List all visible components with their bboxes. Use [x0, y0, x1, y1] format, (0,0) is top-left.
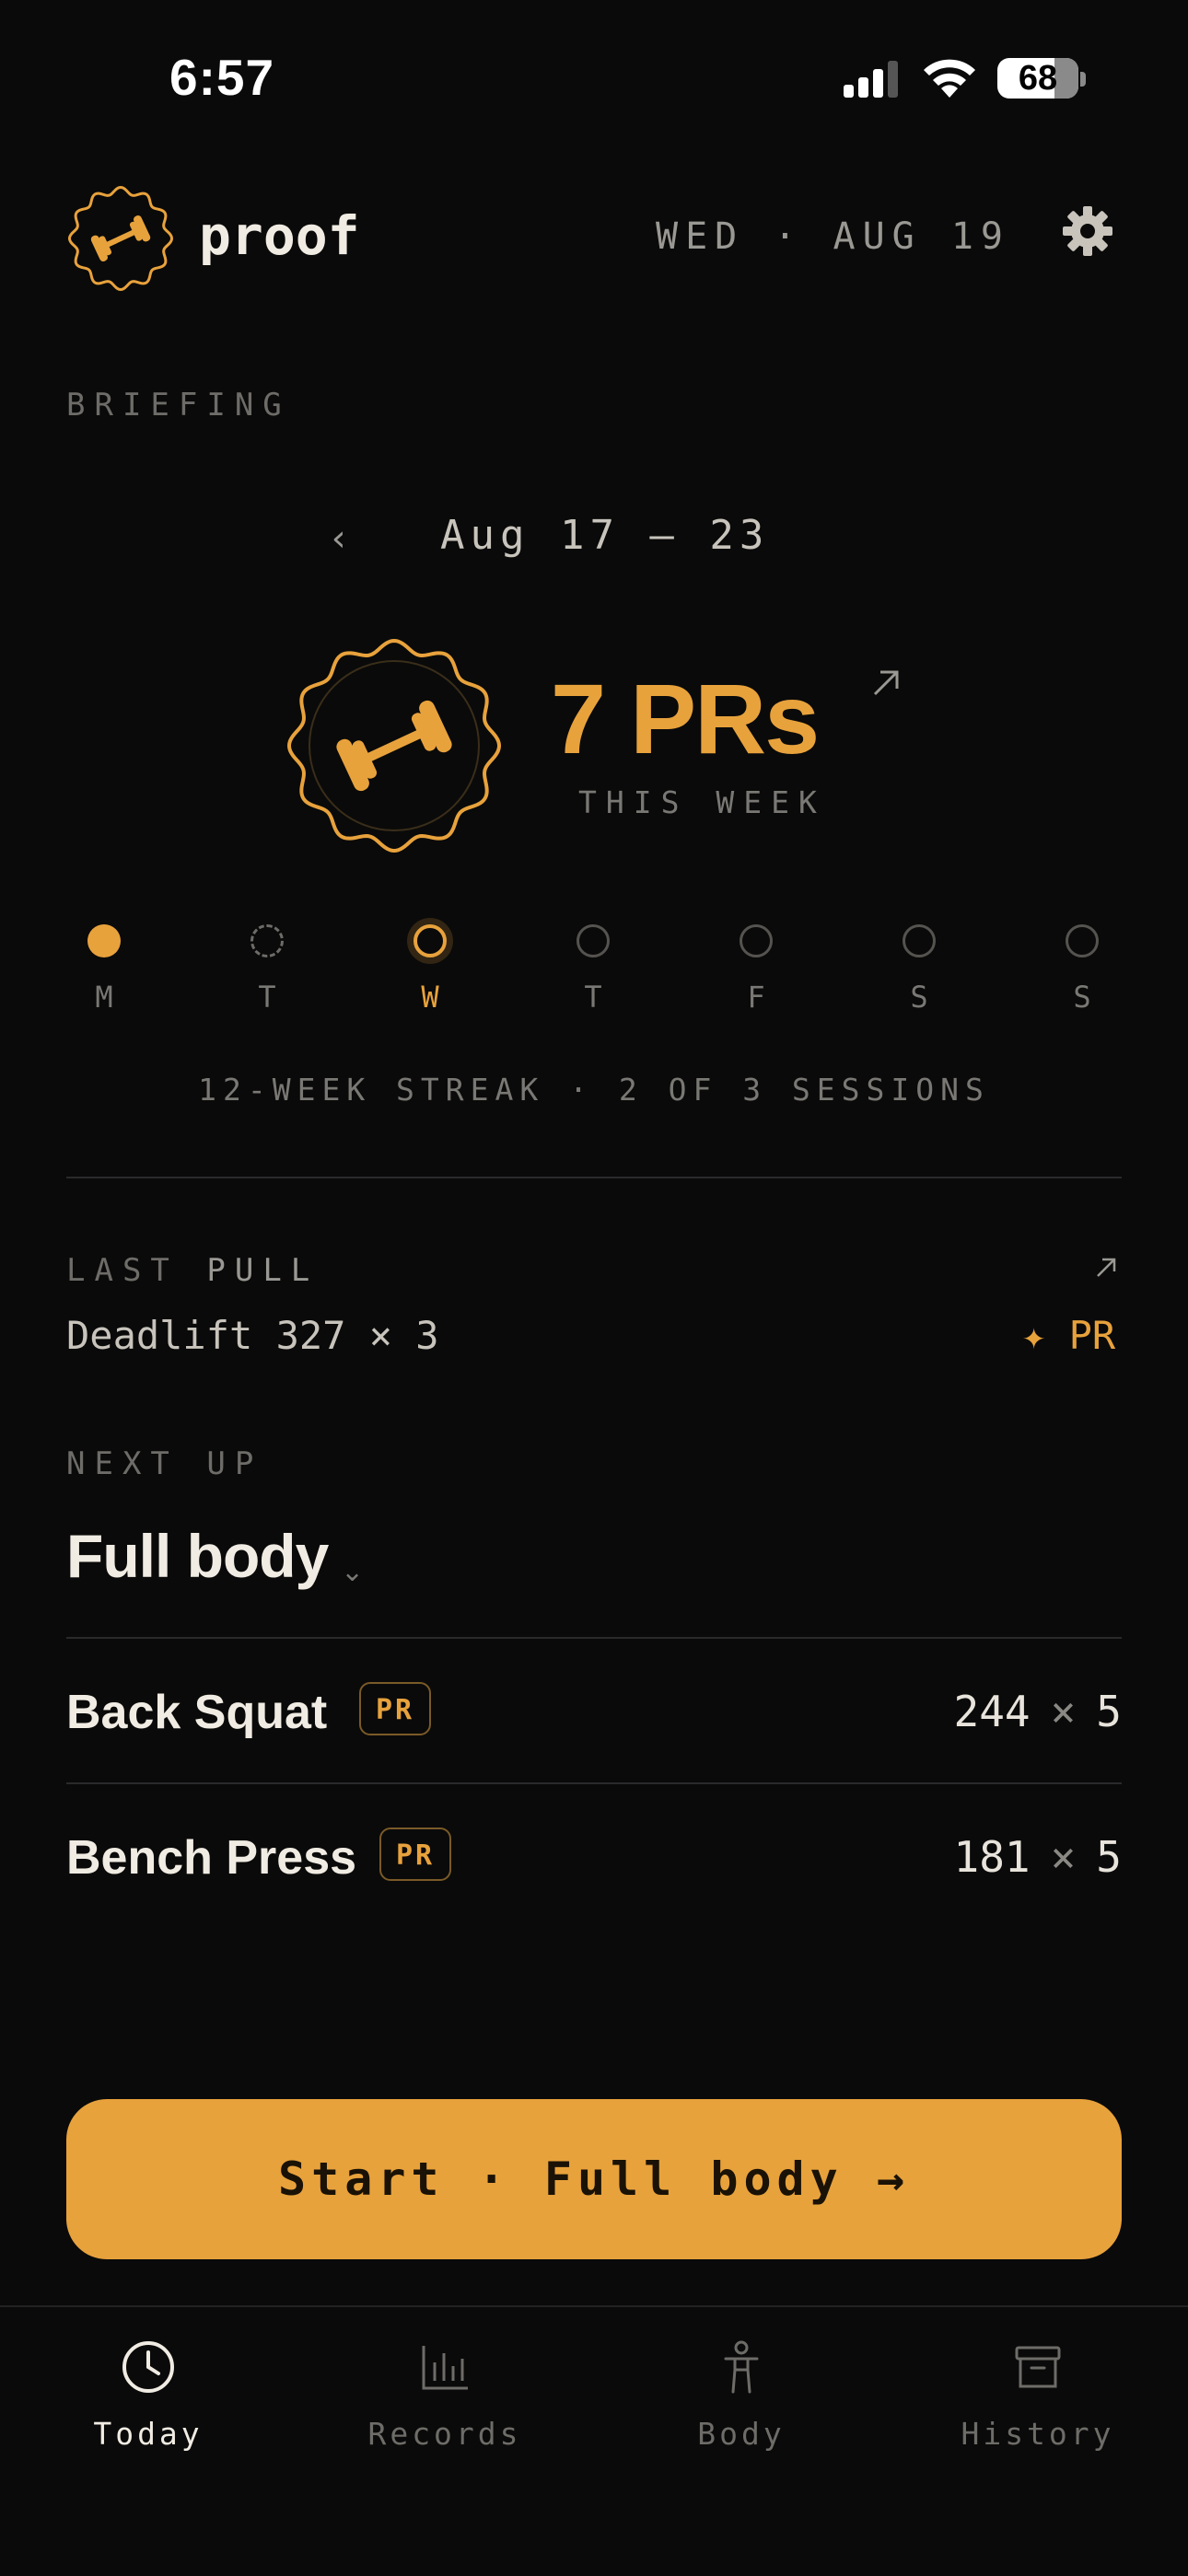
arrow-up-right-icon[interactable] [1094, 1256, 1118, 1280]
app-logo-icon [67, 185, 174, 292]
weekday-6[interactable]: S [1045, 924, 1119, 1015]
day-label: T [584, 980, 602, 1015]
pr-caption: THIS WEEK [578, 784, 826, 820]
battery-nub [1080, 72, 1086, 87]
wifi-icon [924, 59, 975, 98]
day-status-dot [250, 924, 284, 957]
clock-icon [122, 2341, 174, 2393]
start-workout-button[interactable]: Start · Full body → [66, 2099, 1122, 2259]
tab-label: Body [697, 2416, 786, 2452]
person-icon [724, 2340, 759, 2394]
exercise-name: Bench Press [66, 1831, 357, 1885]
tab-body[interactable]: Body [593, 2338, 890, 2452]
exercise-weight: 244 [953, 1687, 1031, 1736]
day-status-dot [903, 924, 936, 957]
divider [66, 1637, 1122, 1639]
weekday-3[interactable]: T [556, 924, 630, 1015]
day-status-dot [87, 924, 121, 957]
status-time: 6:57 [169, 49, 275, 106]
weekday-0[interactable]: M [67, 924, 141, 1015]
tab-history[interactable]: History [890, 2338, 1186, 2452]
day-label: S [910, 980, 928, 1015]
weekday-1[interactable]: T [230, 924, 304, 1015]
header-date: WED · AUG 19 [656, 215, 1010, 258]
tab-label: History [961, 2416, 1115, 2452]
exercise-reps: 5 [1096, 1832, 1122, 1882]
pr-count[interactable]: 7 PRs [551, 661, 820, 776]
chevron-down-icon[interactable]: ⌄ [341, 1556, 364, 1588]
streak-summary: 12-WEEK STREAK · 2 OF 3 SESSIONS [198, 1072, 990, 1108]
tab-label: Records [367, 2416, 522, 2452]
day-label: W [421, 980, 439, 1015]
pr-tag: PR [379, 1828, 451, 1881]
last-label-category: PULL [206, 1252, 320, 1289]
weekday-4[interactable]: F [719, 924, 793, 1015]
archive-icon [1015, 2346, 1061, 2388]
previous-week-button[interactable]: ‹ [328, 517, 350, 560]
last-session-label: LAST PULL [66, 1252, 319, 1289]
day-status-dot [1066, 924, 1099, 957]
exercise-target: 181 × 5 [954, 1832, 1123, 1882]
day-label: M [95, 980, 113, 1015]
divider [66, 1782, 1122, 1784]
app-name: proof [199, 204, 360, 267]
battery-level: 68 [1018, 59, 1058, 98]
arrow-up-right-icon[interactable] [869, 667, 903, 700]
exercise-target: 244 × 5 [954, 1687, 1123, 1736]
last-label-prefix: LAST [66, 1252, 179, 1289]
weekday-2[interactable]: W [393, 924, 467, 1015]
day-label: F [747, 980, 765, 1015]
workout-selector[interactable]: Full body [66, 1521, 329, 1591]
next-up-label: NEXT UP [66, 1445, 263, 1482]
battery-icon: 68 [997, 58, 1078, 99]
day-label: T [258, 980, 276, 1015]
gear-icon[interactable] [1063, 206, 1112, 256]
times-sign: × [1050, 1832, 1077, 1882]
tab-label: Today [93, 2416, 204, 2452]
day-label: S [1073, 980, 1091, 1015]
weekday-5[interactable]: S [882, 924, 956, 1015]
exercise-name: Back Squat [66, 1686, 328, 1739]
day-status-dot [413, 924, 447, 957]
last-pr-badge: ✦ PR [1022, 1313, 1116, 1358]
pr-seal-icon [286, 638, 502, 853]
week-range: Aug 17 – 23 [440, 512, 770, 559]
briefing-label: BRIEFING [66, 387, 291, 424]
last-lift-value: Deadlift 327 × 3 [66, 1313, 439, 1358]
pr-tag: PR [359, 1682, 431, 1735]
day-status-dot [577, 924, 610, 957]
cellular-signal-icon [844, 61, 898, 98]
divider [66, 1177, 1122, 1178]
exercise-weight: 181 [953, 1832, 1031, 1882]
tab-records[interactable]: Records [297, 2338, 593, 2452]
day-status-dot [740, 924, 773, 957]
exercise-reps: 5 [1096, 1687, 1122, 1736]
tab-today[interactable]: Today [0, 2338, 297, 2452]
times-sign: × [1050, 1687, 1077, 1736]
bar-chart-icon [422, 2346, 468, 2390]
